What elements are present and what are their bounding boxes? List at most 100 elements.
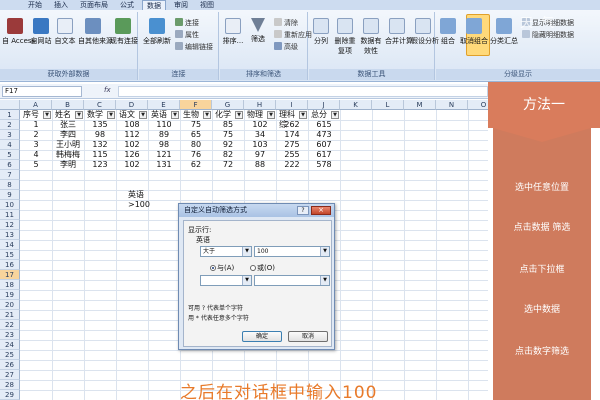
table-cell[interactable]: 82	[212, 150, 244, 160]
data-validation-button[interactable]: 数据有效性	[359, 18, 383, 56]
column-header-d[interactable]: D	[116, 100, 148, 110]
row-header-25[interactable]: 25	[0, 350, 20, 360]
row-header-3[interactable]: 3	[0, 130, 20, 140]
what-if-analysis-button[interactable]: 假设分析	[411, 18, 439, 46]
row-header-13[interactable]: 13	[0, 230, 20, 240]
column-header-b[interactable]: B	[52, 100, 84, 110]
table-cell[interactable]: 92	[212, 140, 244, 150]
table-cell[interactable]: 72	[212, 160, 244, 170]
row-header-10[interactable]: 10	[0, 200, 20, 210]
table-cell[interactable]: 98	[148, 140, 180, 150]
group-button[interactable]: 组合	[438, 18, 458, 46]
table-cell[interactable]: 76	[180, 150, 212, 160]
header-cell[interactable]: 总分	[308, 110, 330, 120]
table-cell[interactable]: 李明	[52, 160, 84, 170]
subtotal-button[interactable]: 分类汇总	[490, 18, 518, 46]
table-cell[interactable]: 262	[276, 120, 308, 130]
text-to-columns-button[interactable]: 分列	[311, 18, 331, 46]
column-header-o[interactable]: O	[468, 100, 488, 110]
table-cell[interactable]: 112	[116, 130, 148, 140]
filter-dropdown-button[interactable]: ▼	[43, 111, 51, 119]
table-cell[interactable]: 1	[20, 120, 52, 130]
advanced-button[interactable]: 高级	[274, 42, 298, 52]
column-header-i[interactable]: I	[276, 100, 308, 110]
table-cell[interactable]: 62	[180, 160, 212, 170]
column-header-a[interactable]: A	[20, 100, 52, 110]
table-cell[interactable]: 255	[276, 150, 308, 160]
table-cell[interactable]: 102	[244, 120, 276, 130]
refresh-all-button[interactable]: 全部刷新	[143, 18, 171, 46]
close-button[interactable]: ×	[311, 206, 331, 215]
column-header-n[interactable]: N	[436, 100, 468, 110]
row-header-16[interactable]: 16	[0, 260, 20, 270]
reapply-button[interactable]: 重新应用	[274, 30, 312, 40]
from-text-button[interactable]: 自文本	[54, 18, 76, 46]
hide-detail-button[interactable]: 隐藏明细数据	[522, 30, 574, 40]
table-cell[interactable]: 135	[84, 120, 116, 130]
table-cell[interactable]: 126	[116, 150, 148, 160]
remove-duplicates-button[interactable]: 删除重复项	[333, 18, 357, 56]
or-radio[interactable]: 或(O)	[250, 263, 275, 273]
row-header-1[interactable]: 1	[0, 110, 20, 120]
table-cell[interactable]: 2	[20, 130, 52, 140]
row-header-12[interactable]: 12	[0, 220, 20, 230]
table-cell[interactable]: 5	[20, 160, 52, 170]
consolidate-button[interactable]: 合并计算	[385, 18, 413, 46]
value1-combo[interactable]: 100 ▼	[254, 246, 330, 257]
tab-page-layout[interactable]: 页面布局	[77, 0, 111, 10]
table-cell[interactable]: 98	[84, 130, 116, 140]
header-cell[interactable]: 化学	[212, 110, 234, 120]
row-header-29[interactable]: 29	[0, 390, 20, 400]
header-cell[interactable]: 语文	[116, 110, 138, 120]
table-cell[interactable]: 王小明	[52, 140, 84, 150]
row-header-5[interactable]: 5	[0, 150, 20, 160]
filter-dropdown-button[interactable]: ▼	[235, 111, 243, 119]
select-all-corner[interactable]	[0, 100, 20, 110]
existing-connections-button[interactable]: 现有连接	[110, 18, 138, 46]
table-cell[interactable]: 75	[212, 130, 244, 140]
sort-button[interactable]: 排序...	[222, 18, 244, 46]
row-header-8[interactable]: 8	[0, 180, 20, 190]
row-header-14[interactable]: 14	[0, 240, 20, 250]
tab-data[interactable]: 数据	[142, 0, 166, 10]
table-cell[interactable]: 89	[148, 130, 180, 140]
operator2-select[interactable]: ▼	[200, 275, 252, 286]
row-header-4[interactable]: 4	[0, 140, 20, 150]
and-radio[interactable]: 与(A)	[210, 263, 234, 273]
table-cell[interactable]: 102	[116, 140, 148, 150]
table-cell[interactable]: 102	[116, 160, 148, 170]
table-cell[interactable]: 88	[244, 160, 276, 170]
criteria-header-cell[interactable]: 英语	[128, 190, 144, 200]
filter-dropdown-button[interactable]: ▼	[299, 111, 307, 119]
column-header-k[interactable]: K	[340, 100, 372, 110]
filter-dropdown-button[interactable]: ▼	[107, 111, 115, 119]
filter-dropdown-button[interactable]: ▼	[75, 111, 83, 119]
table-cell[interactable]: 85	[212, 120, 244, 130]
header-cell[interactable]: 物理	[244, 110, 266, 120]
from-web-button[interactable]: 自网站	[30, 18, 52, 46]
table-cell[interactable]: 110	[148, 120, 180, 130]
name-box[interactable]: F17	[2, 86, 82, 97]
row-header-2[interactable]: 2	[0, 120, 20, 130]
table-cell[interactable]: 108	[116, 120, 148, 130]
connections-button[interactable]: 连接	[175, 18, 199, 28]
table-cell[interactable]: 97	[244, 150, 276, 160]
table-cell[interactable]: 607	[308, 140, 340, 150]
row-header-27[interactable]: 27	[0, 370, 20, 380]
cancel-button[interactable]: 取消	[288, 331, 328, 342]
row-header-22[interactable]: 22	[0, 320, 20, 330]
row-header-7[interactable]: 7	[0, 170, 20, 180]
row-header-19[interactable]: 19	[0, 290, 20, 300]
ok-button[interactable]: 确定	[242, 331, 282, 342]
row-header-26[interactable]: 26	[0, 360, 20, 370]
header-cell[interactable]: 数学	[84, 110, 106, 120]
table-cell[interactable]: 3	[20, 140, 52, 150]
row-header-9[interactable]: 9	[0, 190, 20, 200]
row-header-6[interactable]: 6	[0, 160, 20, 170]
table-cell[interactable]: 578	[308, 160, 340, 170]
header-cell[interactable]: 理科综	[276, 110, 298, 129]
table-cell[interactable]: 103	[244, 140, 276, 150]
help-button[interactable]: ?	[297, 206, 309, 215]
edit-links-button[interactable]: 编辑链接	[175, 42, 213, 52]
tab-review[interactable]: 审阅	[170, 0, 192, 10]
